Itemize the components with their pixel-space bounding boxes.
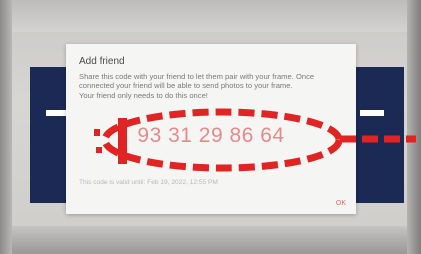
ok-button[interactable]: OK [336, 200, 346, 207]
background-bottom [10, 226, 407, 254]
dialog-title: Add friend [79, 56, 125, 67]
screen-indicator-right [360, 110, 384, 116]
background-top [10, 0, 407, 32]
frame-edge-right [407, 0, 421, 254]
frame-edge-left [0, 0, 12, 254]
pairing-code: 93 31 29 86 64 [137, 124, 285, 147]
description-line-3: Your friend only needs to do this once! [79, 90, 208, 100]
dialog-description: Share this code with your friend to let … [79, 72, 349, 100]
description-line-1: Share this code with your friend to let … [79, 72, 315, 81]
add-friend-dialog: Add friend Share this code with your fri… [66, 44, 356, 214]
description-line-2: connected your friend will be able to se… [79, 81, 293, 91]
code-valid-until: This code is valid until: Feb 19, 2022, … [79, 179, 218, 186]
